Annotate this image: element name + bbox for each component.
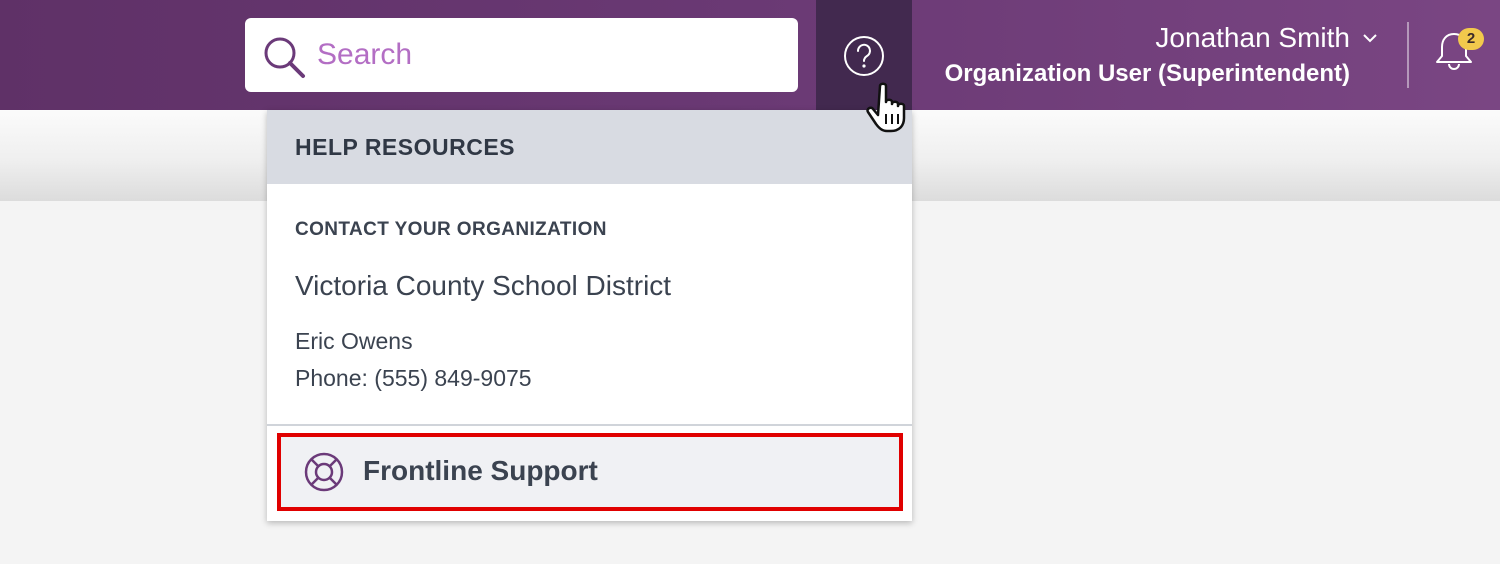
search-input[interactable]	[317, 18, 777, 92]
frontline-support-link[interactable]: Frontline Support	[277, 433, 903, 511]
contact-person-name: Eric Owens	[295, 328, 413, 354]
notification-count-badge: 2	[1458, 28, 1484, 50]
help-resources-header: HELP RESOURCES	[267, 110, 912, 184]
user-name[interactable]: Jonathan Smith	[1155, 22, 1350, 54]
hand-pointer-cursor-icon	[866, 82, 906, 133]
help-question-icon	[844, 36, 884, 76]
search-icon	[264, 37, 305, 78]
frontline-support-label: Frontline Support	[363, 455, 598, 486]
dropdown-divider	[267, 424, 912, 426]
user-role: Organization User (Superintendent)	[944, 60, 1350, 87]
organization-name: Victoria County School District	[295, 270, 672, 301]
lifebuoy-icon	[304, 452, 344, 492]
search-box[interactable]	[245, 18, 798, 92]
chevron-down-icon[interactable]	[1362, 32, 1378, 44]
help-resources-dropdown: HELP RESOURCES CONTACT YOUR ORGANIZATION…	[267, 110, 912, 521]
header-divider	[1407, 22, 1409, 88]
contact-phone: Phone: (555) 849-9075	[295, 365, 532, 391]
contact-organization-heading: CONTACT YOUR ORGANIZATION	[295, 219, 607, 240]
help-resources-title: HELP RESOURCES	[295, 134, 516, 160]
